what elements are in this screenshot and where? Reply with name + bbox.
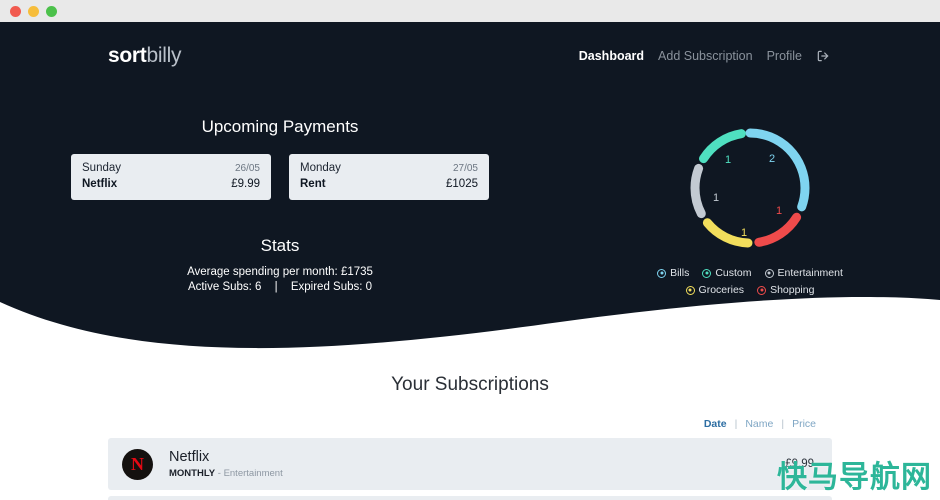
sort-controls: Date | Name | Price bbox=[0, 396, 940, 430]
donut-legend-row: Groceries Shopping bbox=[625, 284, 875, 296]
payment-card[interactable]: Sunday 26/05 Netflix £9.99 bbox=[71, 154, 271, 200]
stats-title: Stats bbox=[260, 236, 300, 255]
nav-item-profile[interactable]: Profile bbox=[767, 49, 802, 63]
stats-separator: | bbox=[274, 281, 278, 293]
hero-section: sortbilly Dashboard Add Subscription Pro… bbox=[0, 22, 940, 362]
payment-day: Sunday bbox=[82, 162, 122, 174]
logout-icon[interactable] bbox=[816, 49, 830, 63]
sort-by-name[interactable]: Name bbox=[745, 418, 773, 430]
legend-item-custom[interactable]: Custom bbox=[702, 267, 752, 279]
legend-label: Groceries bbox=[698, 284, 745, 296]
stats-active-subs: Active Subs: 6 bbox=[187, 281, 262, 293]
sort-separator: | bbox=[734, 418, 738, 430]
logo-bold-part: sort bbox=[108, 44, 147, 67]
stats-subs-counts: Active Subs: 6 | Expired Subs: 0 bbox=[0, 281, 560, 293]
sort-by-price[interactable]: Price bbox=[792, 418, 816, 430]
subscription-frequency: MONTHLY bbox=[169, 468, 216, 479]
donut-value-shopping: 1 bbox=[776, 205, 782, 217]
hero-left-column: Upcoming Payments Sunday 26/05 Netflix £… bbox=[0, 117, 560, 293]
legend-dot-icon bbox=[757, 285, 767, 295]
donut-value-groceries: 1 bbox=[741, 227, 747, 239]
watermark: 快马导航网 bbox=[777, 460, 932, 495]
legend-label: Entertainment bbox=[777, 267, 843, 279]
app-window: sortbilly Dashboard Add Subscription Pro… bbox=[0, 0, 940, 500]
window-minimize-button[interactable] bbox=[28, 5, 39, 17]
subscription-name: Netflix bbox=[169, 449, 210, 465]
stats-section: Stats Average spending per month: £1735 … bbox=[0, 236, 560, 293]
payment-date: 26/05 bbox=[234, 163, 260, 174]
legend-item-groceries[interactable]: Groceries bbox=[685, 284, 745, 296]
legend-label: Custom bbox=[715, 267, 752, 279]
logo-light-part: billy bbox=[146, 44, 182, 67]
navbar: sortbilly Dashboard Add Subscription Pro… bbox=[0, 32, 940, 80]
nav-item-add-subscription[interactable]: Add Subscription bbox=[658, 49, 753, 63]
sort-by-date[interactable]: Date bbox=[704, 418, 727, 430]
upcoming-payments-title: Upcoming Payments bbox=[201, 117, 359, 136]
list-item[interactable]: N Netflix MONTHLY - Entertainment £9.99 bbox=[108, 438, 832, 490]
payment-date: 27/05 bbox=[452, 163, 478, 174]
upcoming-payments-cards: Sunday 26/05 Netflix £9.99 Monday 27/05 … bbox=[0, 154, 560, 200]
donut-svg: 2 1 1 1 1 bbox=[690, 128, 810, 248]
category-donut-chart: 2 1 1 1 1 Bills Custom Entertainment Gro… bbox=[600, 118, 900, 296]
subscription-meta: MONTHLY - Entertainment bbox=[169, 468, 785, 479]
payment-card[interactable]: Monday 27/05 Rent £1025 bbox=[289, 154, 489, 200]
legend-dot-icon bbox=[685, 285, 695, 295]
payment-name: Rent bbox=[300, 178, 326, 190]
subscriptions-title: Your Subscriptions bbox=[391, 374, 549, 395]
legend-dot-icon bbox=[702, 268, 712, 278]
legend-item-bills[interactable]: Bills bbox=[657, 267, 689, 279]
window-titlebar bbox=[0, 0, 940, 22]
netflix-logo-icon: N bbox=[122, 448, 153, 480]
list-item[interactable] bbox=[108, 496, 832, 500]
window-close-button[interactable] bbox=[10, 5, 21, 17]
legend-label: Shopping bbox=[770, 284, 815, 296]
donut-legend: Bills Custom Entertainment Groceries Sho… bbox=[625, 267, 875, 296]
subscription-dash: - bbox=[215, 468, 224, 479]
nav-links: Dashboard Add Subscription Profile bbox=[579, 49, 830, 63]
legend-item-entertainment[interactable]: Entertainment bbox=[764, 267, 843, 279]
donut-legend-row: Bills Custom Entertainment bbox=[625, 267, 875, 279]
payment-price: £1025 bbox=[446, 178, 478, 190]
payment-name: Netflix bbox=[82, 178, 118, 190]
legend-dot-icon bbox=[657, 268, 667, 278]
payment-price: £9.99 bbox=[231, 178, 260, 190]
donut-value-entertainment: 1 bbox=[713, 192, 719, 204]
window-maximize-button[interactable] bbox=[46, 5, 57, 17]
legend-label: Bills bbox=[670, 267, 690, 279]
app-logo[interactable]: sortbilly bbox=[108, 44, 181, 68]
stats-average-spending: Average spending per month: £1735 bbox=[187, 266, 373, 278]
netflix-logo-letter: N bbox=[131, 454, 144, 474]
nav-item-dashboard[interactable]: Dashboard bbox=[579, 49, 644, 63]
donut-value-bills: 2 bbox=[769, 153, 775, 165]
donut-value-custom: 1 bbox=[725, 154, 731, 166]
legend-dot-icon bbox=[764, 268, 774, 278]
legend-item-shopping[interactable]: Shopping bbox=[757, 284, 814, 296]
subscription-details: Netflix MONTHLY - Entertainment bbox=[169, 449, 785, 479]
subscription-category: Entertainment bbox=[223, 468, 283, 479]
sort-separator: | bbox=[781, 418, 785, 430]
payment-day: Monday bbox=[300, 162, 341, 174]
stats-expired-subs: Expired Subs: 0 bbox=[290, 281, 373, 293]
